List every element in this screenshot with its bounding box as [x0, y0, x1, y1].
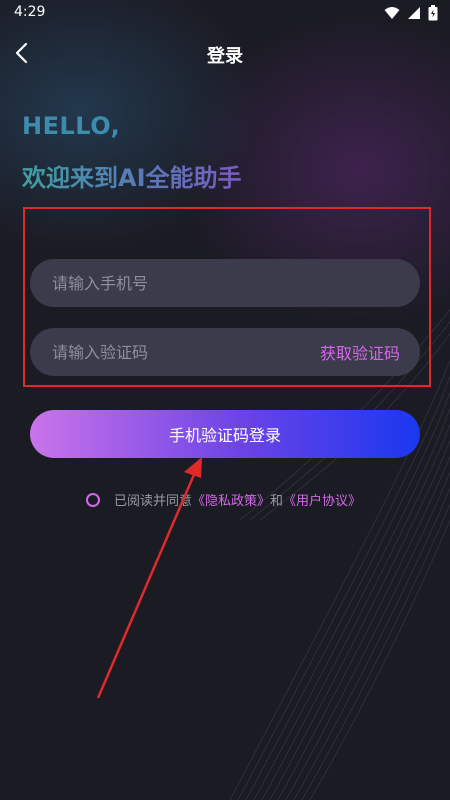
sms-login-button[interactable]: 手机验证码登录	[30, 410, 420, 458]
agreement-prefix: 已阅读并同意	[114, 494, 193, 509]
nav-bar: 登录	[0, 34, 450, 74]
agreement-radio[interactable]	[86, 492, 100, 507]
verification-code-input[interactable]	[50, 341, 320, 363]
status-bar: 4:29	[0, 0, 450, 26]
agreement-row: 已阅读并同意 《隐私政策》 和 《用户协议》	[86, 490, 361, 509]
verification-code-field[interactable]: 获取验证码	[30, 328, 420, 376]
phone-field[interactable]	[30, 259, 420, 307]
agreement-joiner: 和	[270, 494, 284, 509]
signal-icon	[408, 7, 420, 19]
phone-input[interactable]	[50, 272, 400, 294]
privacy-policy-link[interactable]: 《隐私政策》	[192, 490, 270, 509]
user-agreement-link[interactable]: 《用户协议》	[283, 490, 361, 509]
page-title: 登录	[207, 46, 243, 67]
status-time: 4:29	[14, 4, 46, 20]
battery-icon	[428, 5, 438, 21]
greeting-hello: HELLO,	[22, 112, 121, 140]
status-icons	[384, 5, 438, 21]
wifi-icon	[384, 7, 400, 19]
greeting-welcome: 欢迎来到AI全能助手	[22, 158, 242, 193]
get-code-button[interactable]: 获取验证码	[320, 340, 400, 364]
